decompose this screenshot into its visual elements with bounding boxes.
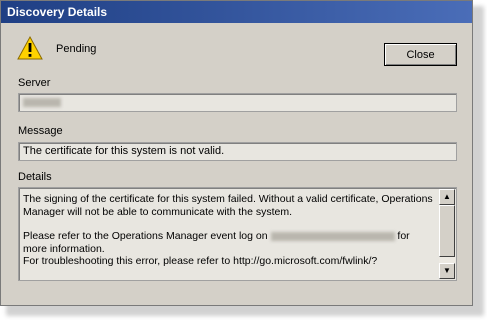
message-label: Message xyxy=(18,125,63,137)
details-textbox[interactable]: The signing of the certificate for this … xyxy=(18,187,457,281)
redacted-server-name xyxy=(23,97,61,107)
details-label: Details xyxy=(18,171,52,183)
details-line-2-start: Please refer to the Operations Manager e… xyxy=(23,230,268,242)
window-title: Discovery Details xyxy=(7,5,108,19)
discovery-details-dialog: Discovery Details Pending Close Server M… xyxy=(0,0,473,306)
arrow-down-icon: ▼ xyxy=(443,266,451,275)
close-button[interactable]: Close xyxy=(384,43,457,66)
status-text: Pending xyxy=(56,43,97,55)
arrow-up-icon: ▲ xyxy=(443,192,451,201)
message-field[interactable]: The certificate for this system is not v… xyxy=(18,142,457,161)
scroll-down-button[interactable]: ▼ xyxy=(439,263,455,279)
redacted-host-name xyxy=(270,231,395,241)
details-line-1: The signing of the certificate for this … xyxy=(23,193,433,218)
server-field[interactable] xyxy=(18,93,457,112)
scroll-up-button[interactable]: ▲ xyxy=(439,189,455,205)
scroll-thumb[interactable] xyxy=(439,205,455,257)
server-label: Server xyxy=(18,77,51,89)
warning-icon xyxy=(17,35,43,60)
details-line-3: For troubleshooting this error, please r… xyxy=(23,255,378,267)
details-text: The signing of the certificate for this … xyxy=(23,193,436,268)
details-line-2: Please refer to the Operations Manager e… xyxy=(23,230,436,255)
message-text: The certificate for this system is not v… xyxy=(23,145,225,157)
details-scrollbar[interactable]: ▲ ▼ xyxy=(439,189,455,279)
title-bar[interactable]: Discovery Details xyxy=(1,1,472,23)
